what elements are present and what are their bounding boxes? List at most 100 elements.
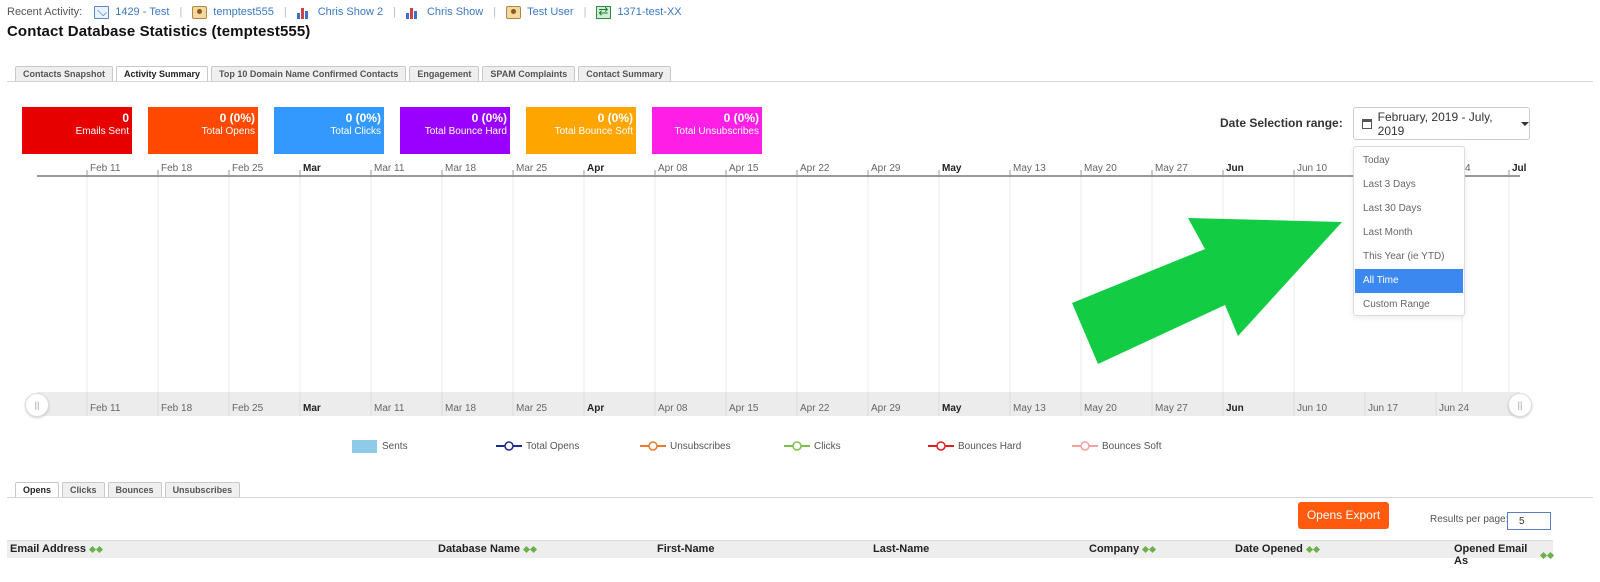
results-per-page-input[interactable] bbox=[1507, 512, 1551, 530]
navigator-track bbox=[37, 392, 1520, 416]
date-option-custom-range[interactable]: Custom Range bbox=[1354, 293, 1464, 317]
legend-line-marker-icon bbox=[784, 441, 810, 451]
date-range-picker[interactable]: February, 2019 - July, 2019 bbox=[1353, 107, 1530, 140]
page-title: Contact Database Statistics (temptest555… bbox=[7, 23, 311, 40]
recent-item-1429-test[interactable]: 1429 - Test bbox=[94, 5, 170, 19]
legend-item-sents[interactable]: Sents bbox=[352, 438, 408, 454]
legend-item-bounces-hard[interactable]: Bounces Hard bbox=[928, 438, 1021, 454]
separator: | bbox=[393, 6, 396, 18]
legend-item-clicks[interactable]: Clicks bbox=[784, 438, 841, 454]
column-label: Database Name bbox=[438, 543, 520, 555]
timeline-tick-label: Jul bbox=[1512, 163, 1527, 174]
navigator-tick-label: Jun 17 bbox=[1368, 403, 1398, 414]
stat-total-clicks: 0 (0%) Total Clicks bbox=[274, 107, 384, 154]
timeline-tick-label: 4 bbox=[1465, 163, 1471, 174]
tab-unsubscribes[interactable]: Unsubscribes bbox=[164, 482, 241, 497]
column-database-name[interactable]: Database Name bbox=[438, 543, 537, 555]
tab-engagement[interactable]: Engagement bbox=[409, 66, 480, 81]
mail-icon bbox=[94, 5, 110, 19]
timeline-tick-label: Mar 25 bbox=[516, 163, 548, 174]
stat-emails-sent: 0 Emails Sent bbox=[22, 107, 132, 154]
tab-contacts-snapshot[interactable]: Contacts Snapshot bbox=[15, 66, 114, 81]
tab-bounces[interactable]: Bounces bbox=[107, 482, 162, 497]
tab-contact-summary[interactable]: Contact Summary bbox=[578, 66, 672, 81]
timeline-tick-label: Mar 11 bbox=[374, 163, 405, 174]
column-company[interactable]: Company bbox=[1089, 543, 1157, 555]
date-range-value: February, 2019 - July, 2019 bbox=[1377, 109, 1493, 138]
navigator-tick-label: Apr bbox=[587, 403, 604, 414]
sort-icon bbox=[522, 545, 537, 553]
tab-clicks[interactable]: Clicks bbox=[62, 482, 105, 497]
column-label: Email Address bbox=[10, 543, 87, 555]
sort-icon bbox=[88, 545, 104, 553]
timeline-tick-label: Apr 29 bbox=[871, 163, 901, 174]
tab-opens[interactable]: Opens bbox=[15, 482, 60, 498]
navigator-tick-label: May 13 bbox=[1013, 403, 1046, 414]
timeline-tick-label: Apr 22 bbox=[800, 163, 830, 174]
excel-icon bbox=[596, 4, 612, 19]
date-option-last-3-days[interactable]: Last 3 Days bbox=[1354, 173, 1464, 197]
recent-item-1371-test-xx[interactable]: 1371-test-XX bbox=[596, 4, 682, 19]
stat-value: 0 (0%) bbox=[345, 111, 381, 125]
tab-spam-complaints[interactable]: SPAM Complaints bbox=[482, 66, 576, 81]
separator: | bbox=[493, 6, 497, 18]
legend-item-unsubscribes[interactable]: Unsubscribes bbox=[640, 438, 731, 454]
navigator-tick-label: Mar 18 bbox=[445, 403, 477, 414]
tab-top-10-domain[interactable]: Top 10 Domain Name Confirmed Contacts bbox=[211, 66, 407, 81]
navigator-tick-label: Jun 24 bbox=[1439, 403, 1469, 414]
legend-label: Unsubscribes bbox=[670, 440, 731, 452]
tabs-underline bbox=[7, 81, 1593, 82]
navigator-tick-label: Apr 15 bbox=[729, 403, 759, 414]
column-label: Date Opened bbox=[1235, 543, 1303, 555]
calendar-icon bbox=[1362, 118, 1372, 129]
date-range-dropdown: Today Last 3 Days Last 30 Days Last Mont… bbox=[1353, 146, 1465, 316]
date-option-last-30-days[interactable]: Last 30 Days bbox=[1354, 197, 1464, 221]
recent-item-label: 1429 - Test bbox=[115, 6, 170, 18]
recent-item-chris-show[interactable]: Chris Show bbox=[405, 6, 483, 19]
navigator-tick-label: Mar 25 bbox=[516, 403, 548, 414]
column-email-address[interactable]: Email Address bbox=[10, 543, 104, 555]
recent-activity-bar: Recent Activity: 1429 - Test | temptest5… bbox=[7, 4, 692, 20]
opens-export-button[interactable]: Opens Export bbox=[1298, 502, 1389, 529]
stat-value: 0 (0%) bbox=[471, 111, 507, 125]
timeline-gridlines bbox=[86, 176, 1510, 392]
column-first-name: First-Name bbox=[657, 543, 714, 555]
user-icon bbox=[506, 5, 522, 19]
recent-item-temptest555[interactable]: temptest555 bbox=[192, 5, 274, 19]
recent-item-label: 1371-test-XX bbox=[617, 6, 682, 18]
column-label: Last-Name bbox=[873, 543, 930, 555]
recent-item-label: Test User bbox=[527, 6, 574, 18]
legend-item-bounces-soft[interactable]: Bounces Soft bbox=[1072, 438, 1161, 454]
recent-item-chris-show-2[interactable]: Chris Show 2 bbox=[296, 6, 383, 19]
navigator-tick-label: Mar bbox=[303, 403, 321, 414]
column-date-opened[interactable]: Date Opened bbox=[1235, 543, 1320, 555]
navigator-tick-label: Jun bbox=[1226, 403, 1244, 414]
recent-item-test-user[interactable]: Test User bbox=[506, 5, 574, 19]
legend-label: Clicks bbox=[814, 440, 841, 452]
navigator-tick-label: Mar 11 bbox=[374, 403, 405, 414]
timeline-tick-label: Apr 15 bbox=[729, 163, 759, 174]
recent-item-label: temptest555 bbox=[213, 6, 274, 18]
stat-value: 0 (0%) bbox=[597, 111, 633, 125]
tab-activity-summary[interactable]: Activity Summary bbox=[116, 66, 209, 82]
legend-item-total-opens[interactable]: Total Opens bbox=[496, 438, 579, 454]
separator: | bbox=[179, 6, 183, 18]
date-option-today[interactable]: Today bbox=[1354, 149, 1464, 173]
date-option-this-year[interactable]: This Year (ie YTD) bbox=[1354, 245, 1464, 269]
timeline-top-ticks: Feb 11 Feb 18 Feb 25 Mar Mar 11 Mar 18 Mar 25 A… bbox=[86, 163, 1527, 176]
column-label: Company bbox=[1089, 543, 1140, 555]
timeline-tick-label: Jun bbox=[1226, 163, 1244, 174]
sort-icon bbox=[1305, 545, 1320, 553]
column-opened-email-as[interactable]: Opened Email As bbox=[1454, 543, 1555, 567]
date-option-all-time[interactable]: All Time bbox=[1355, 269, 1463, 293]
user-icon bbox=[192, 5, 208, 19]
navigator-tick-label: May 27 bbox=[1155, 403, 1188, 414]
navigator-tick-label: May bbox=[942, 403, 962, 414]
date-option-last-month[interactable]: Last Month bbox=[1354, 221, 1464, 245]
stat-total-bounce-soft: 0 (0%) Total Bounce Soft bbox=[526, 107, 636, 154]
timeline-tick-label: May bbox=[942, 163, 962, 174]
navigator-tick-label: Feb 11 bbox=[90, 403, 121, 414]
navigator-handle-left[interactable]: || bbox=[25, 393, 49, 417]
legend-label: Total Opens bbox=[526, 440, 580, 452]
navigator-handle-right[interactable]: || bbox=[1508, 393, 1532, 417]
